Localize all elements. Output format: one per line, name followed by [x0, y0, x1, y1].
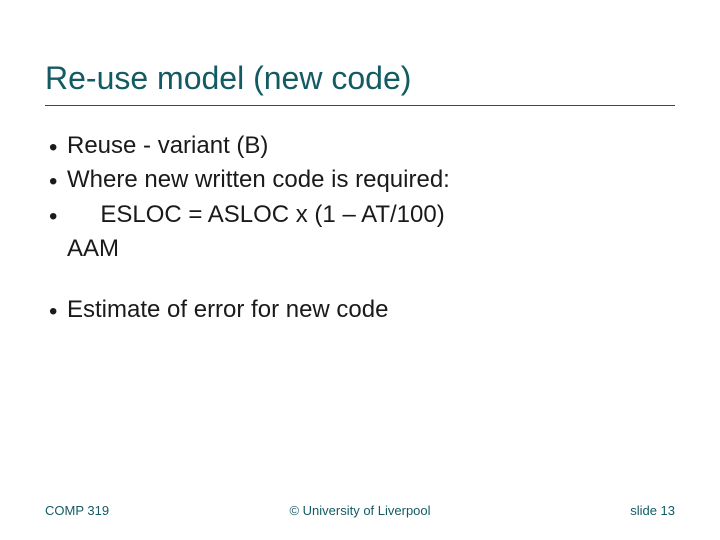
footer-course-code: COMP 319	[45, 503, 109, 518]
bullet-dot-icon: •	[49, 130, 67, 164]
bullet-dot-icon: •	[49, 164, 67, 198]
bullet-item-formula: • ESLOC = ASLOC x (1 – AT/100)	[45, 199, 675, 233]
formula-aam: AAM	[67, 235, 119, 262]
bullet-dot-icon: •	[49, 199, 67, 233]
bullet-item: • Estimate of error for new code	[45, 294, 675, 328]
bullet-dot-icon: •	[49, 294, 67, 328]
slide-body: • Reuse - variant (B) • Where new writte…	[45, 130, 675, 328]
bullet-item: • Where new written code is required:	[45, 164, 675, 198]
formula-continuation: AAM	[45, 233, 675, 265]
bullet-text: Estimate of error for new code	[67, 294, 675, 326]
bullet-item: • Reuse - variant (B)	[45, 130, 675, 164]
bullet-text: Reuse - variant (B)	[67, 130, 675, 162]
slide-footer: © University of Liverpool COMP 319 slide…	[0, 503, 720, 518]
footer-slide-number: slide 13	[630, 503, 675, 518]
bullet-group-1: • Reuse - variant (B) • Where new writte…	[45, 130, 675, 266]
bullet-text: Where new written code is required:	[67, 164, 675, 196]
formula-text: ESLOC = ASLOC x (1 – AT/100)	[67, 199, 675, 231]
bullet-group-2: • Estimate of error for new code	[45, 294, 675, 328]
slide-title: Re-use model (new code)	[45, 60, 675, 106]
slide: Re-use model (new code) • Reuse - varian…	[0, 0, 720, 540]
